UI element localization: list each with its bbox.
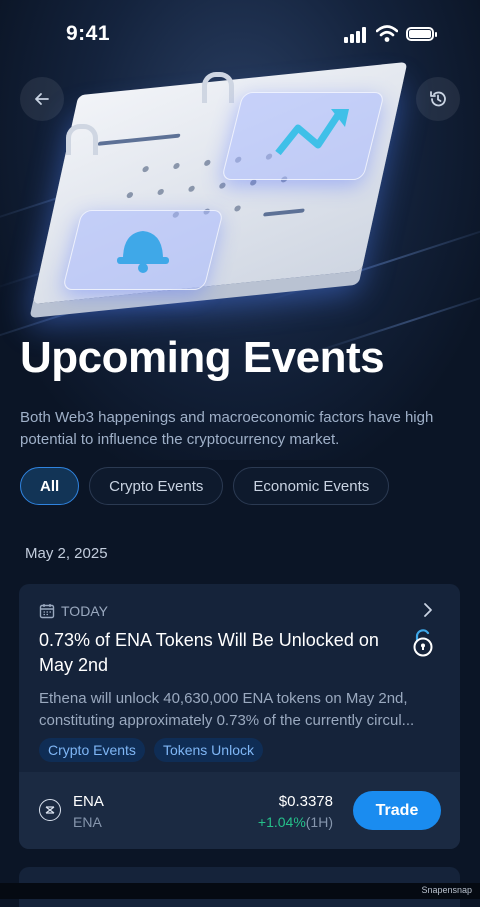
calendar-ring [66, 124, 98, 155]
token-name: ENA [73, 814, 102, 830]
calendar-ring [202, 72, 234, 103]
signal-icon [344, 27, 370, 43]
unlock-icon [413, 629, 433, 657]
trade-button[interactable]: Trade [353, 791, 441, 830]
token-change: +1.04%(1H) [258, 814, 333, 830]
filter-tab-crypto-events[interactable]: Crypto Events [89, 467, 224, 505]
calendar-icon [39, 604, 55, 619]
token-change-period: (1H) [305, 814, 333, 830]
watermark: Snapensnap [421, 885, 472, 895]
token-change-percent: +1.04% [257, 814, 306, 830]
event-description: Ethena will unlock 40,630,000 ENA tokens… [39, 688, 449, 732]
event-when-label: TODAY [61, 603, 108, 619]
ena-token-icon [39, 799, 61, 821]
status-time: 9:41 [66, 22, 111, 45]
tag-tokens-unlock[interactable]: Tokens Unlock [153, 738, 263, 762]
page-title: Upcoming Events [20, 333, 385, 382]
chevron-right-icon[interactable] [422, 602, 434, 618]
battery-icon [406, 27, 437, 41]
wifi-icon [376, 25, 398, 42]
token-symbol: ENA [73, 793, 104, 810]
event-description-line2: constituting approximately 0.73% of the … [39, 712, 415, 729]
filter-tab-economic-events[interactable]: Economic Events [233, 467, 390, 505]
token-price: $0.3378 [278, 793, 333, 810]
event-card[interactable]: TODAY 0.73% of ENA Tokens Will Be Unlock… [19, 584, 460, 849]
event-description-line1: Ethena will unlock 40,630,000 ENA tokens… [39, 690, 408, 707]
footer-bar [0, 883, 480, 899]
filter-tab-all[interactable]: All [20, 467, 80, 505]
history-button[interactable] [416, 77, 460, 121]
token-row[interactable]: ENA ENA $0.3378 +1.04%(1H) Trade [19, 772, 460, 849]
date-group-header: May 2, 2025 [25, 545, 108, 562]
event-title: 0.73% of ENA Tokens Will Be Unlocked on … [39, 630, 379, 675]
arrow-left-icon [35, 93, 49, 105]
bell-glass-card [62, 210, 224, 290]
tag-crypto-events[interactable]: Crypto Events [39, 738, 145, 762]
filter-tabs: All Crypto Events Economic Events [20, 467, 390, 505]
event-when: TODAY [39, 603, 108, 619]
history-clock-icon [430, 91, 446, 107]
status-bar: 9:41 [0, 0, 480, 70]
event-tags: Crypto Events Tokens Unlock [39, 738, 263, 762]
chart-glass-card [221, 92, 385, 180]
back-button[interactable] [20, 77, 64, 121]
page-subtitle: Both Web3 happenings and macroeconomic f… [20, 409, 434, 448]
